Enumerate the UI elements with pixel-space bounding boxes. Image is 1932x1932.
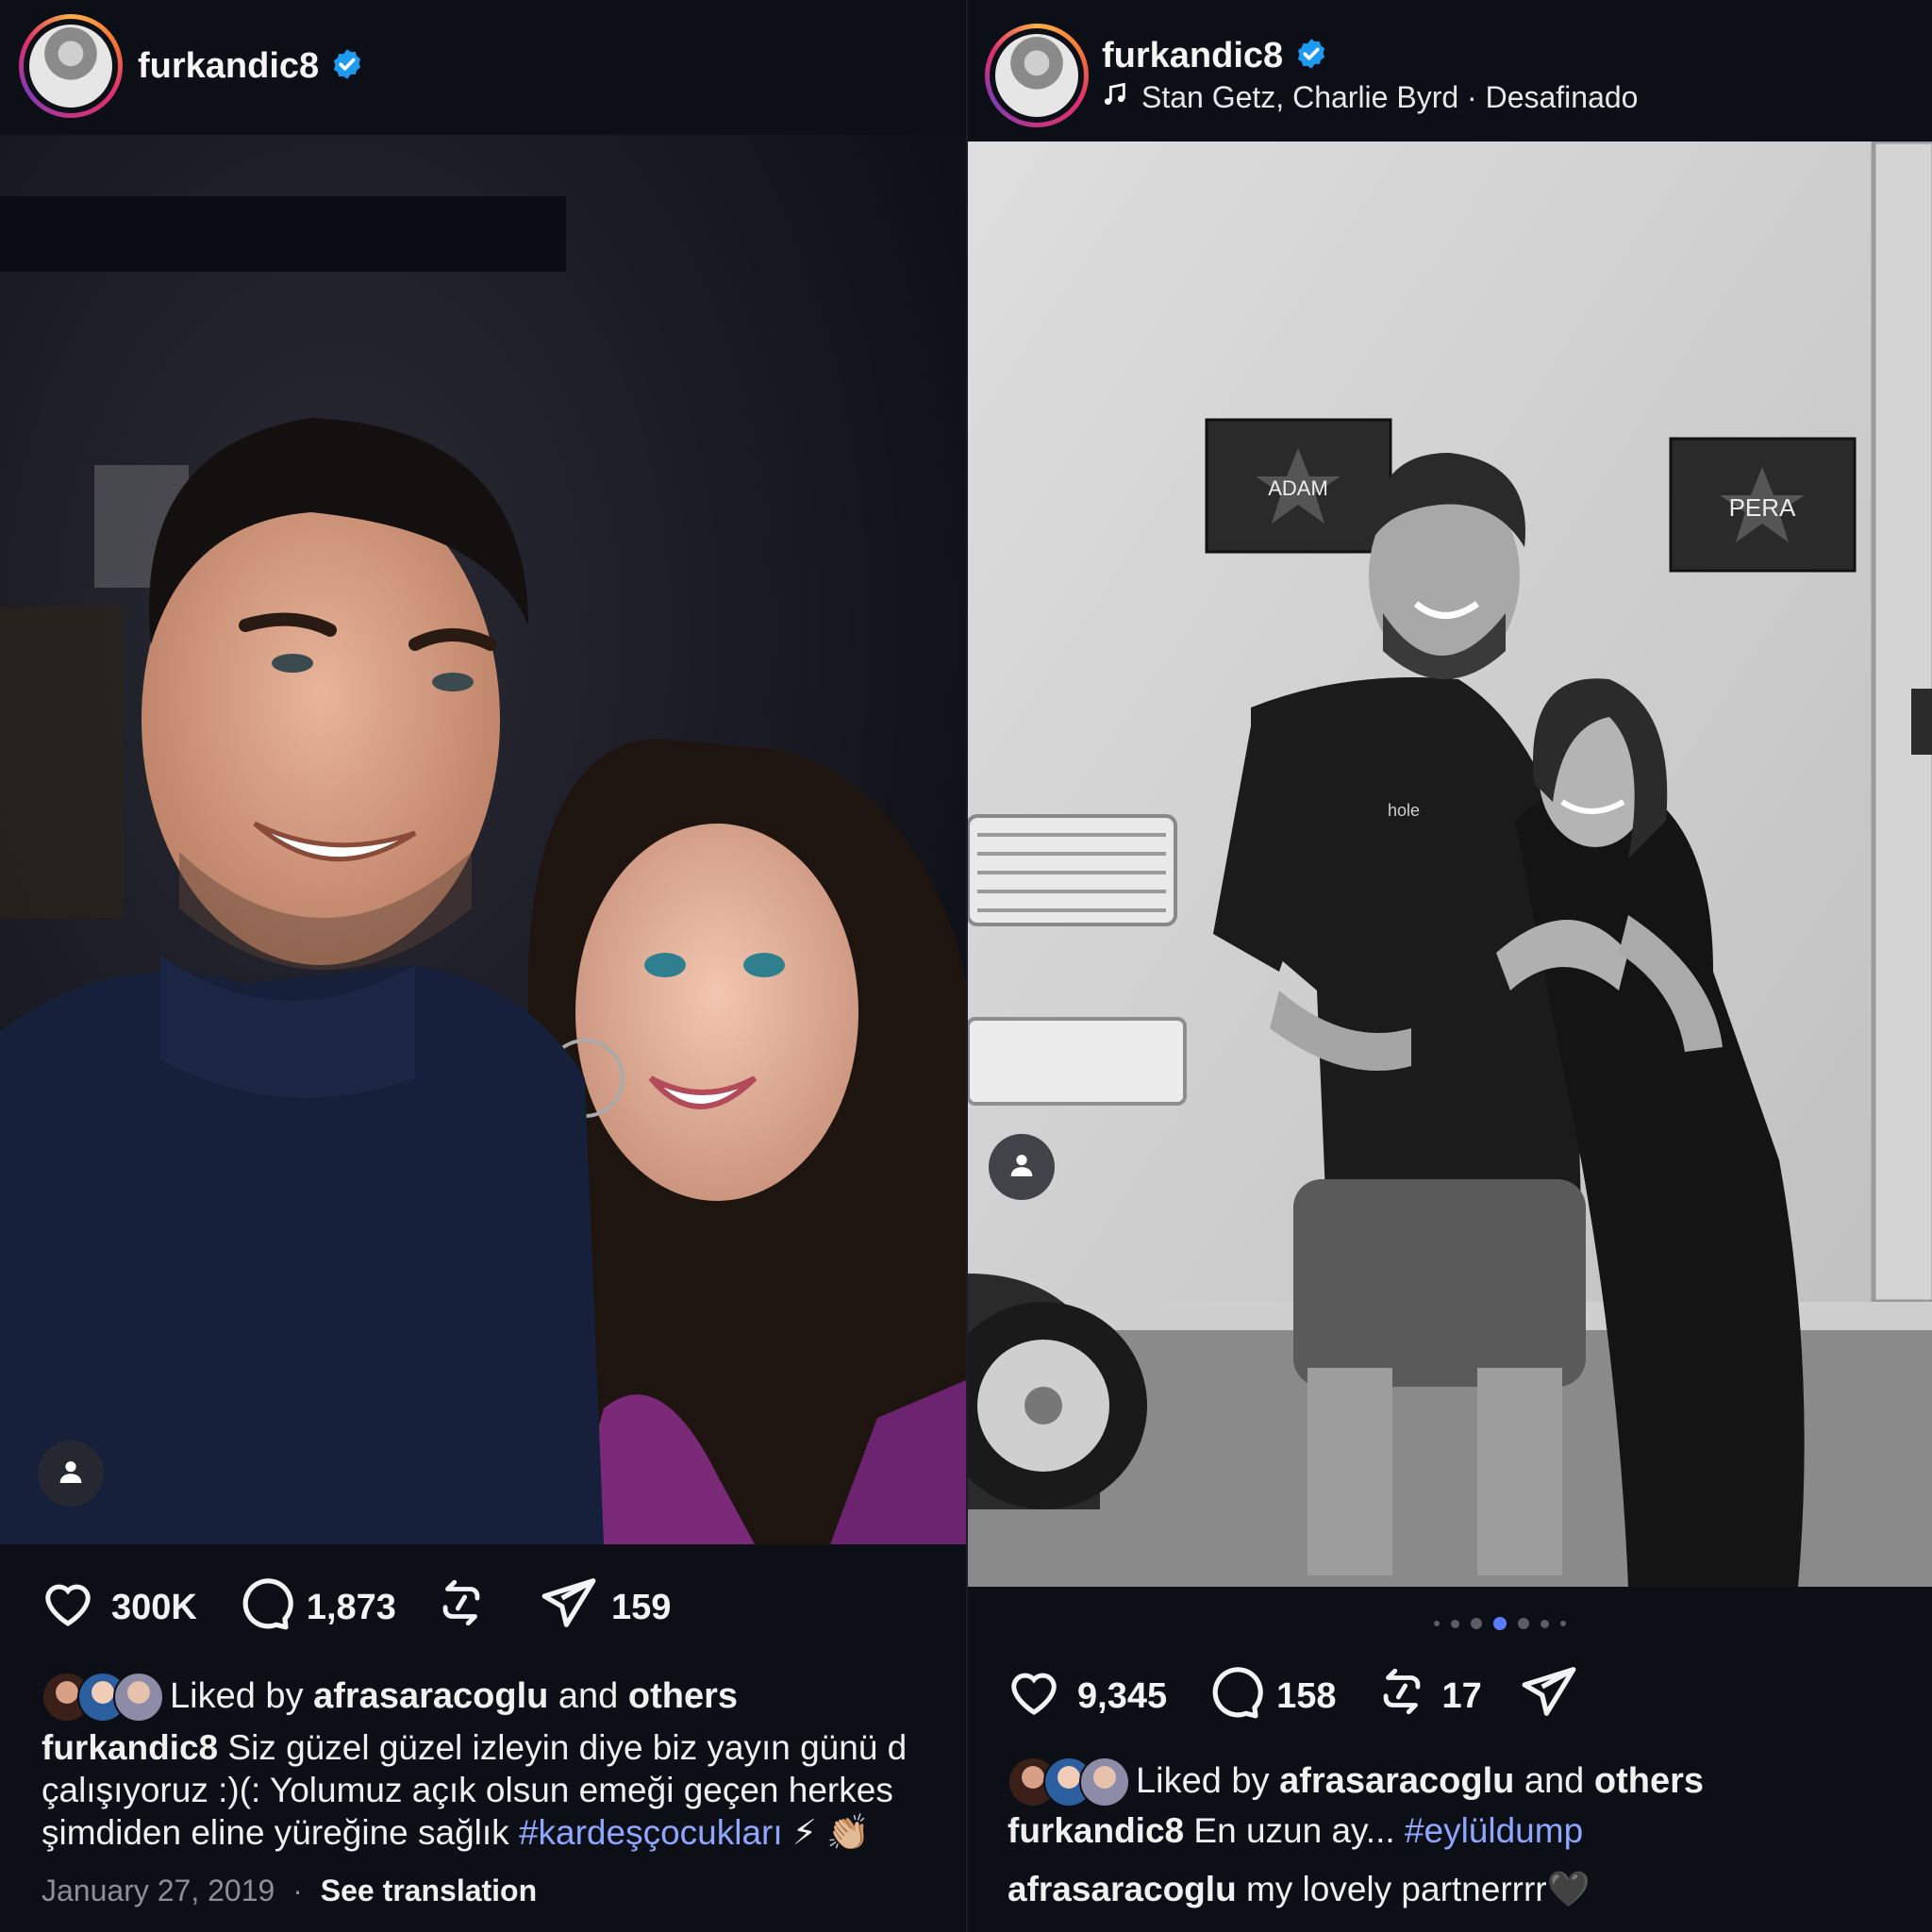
carousel-dot [1560, 1621, 1566, 1626]
comment-icon [1205, 1662, 1276, 1730]
verified-badge-icon [330, 47, 364, 86]
username[interactable]: furkandic8 [138, 46, 319, 87]
sign-left-label: ADAM [1268, 476, 1328, 500]
post-photo[interactable] [0, 135, 966, 1544]
comment-count: 158 [1276, 1675, 1337, 1716]
caption-emoji: ⚡ 👏🏼 [791, 1813, 871, 1852]
caption-username[interactable]: furkandic8 [42, 1728, 218, 1767]
comment-username[interactable]: afrasaracoglu [1008, 1870, 1237, 1908]
verified-badge-icon [1294, 37, 1328, 75]
left-post: furkandic8 300K 1,873 159 Liked by afras… [0, 0, 966, 1932]
heart-icon [1004, 1663, 1077, 1729]
like-count: 9,345 [1077, 1675, 1168, 1716]
liked-by-and: and [558, 1675, 619, 1716]
carousel-dot [1451, 1619, 1459, 1628]
post-meta: January 27, 2019 · See translation [42, 1874, 537, 1908]
user-tag-icon [1007, 1150, 1037, 1185]
carousel-dot [1471, 1618, 1482, 1629]
caption-line-3: şimdiden eline yüreğine sağlık [42, 1813, 509, 1852]
comment-preview: afrasaracoglu my lovely partnerrrr🖤 [1008, 1868, 1913, 1910]
like-button[interactable]: 9,345 [1004, 1663, 1167, 1729]
liked-by-others[interactable]: others [1594, 1761, 1704, 1802]
carousel-dot [1434, 1621, 1440, 1626]
comment-button[interactable]: 1,873 [235, 1574, 396, 1641]
liked-by-user[interactable]: afrasaracoglu [313, 1676, 548, 1717]
liked-by-prefix: Liked by [170, 1675, 304, 1716]
repost-icon [434, 1575, 502, 1640]
repost-icon [1374, 1664, 1442, 1728]
caption-hashtag[interactable]: #eylüldump [1405, 1811, 1583, 1850]
shirt-text: hole [1388, 801, 1420, 820]
liked-by-others[interactable]: others [628, 1676, 738, 1717]
avatar[interactable] [19, 14, 123, 118]
share-button[interactable] [1520, 1662, 1591, 1730]
post-header: furkandic8 Stan Getz, Charlie Byrd · Des… [985, 23, 1932, 128]
liked-by-user[interactable]: afrasaracoglu [1279, 1761, 1514, 1802]
liked-by-row: Liked by afrasaracoglu and others [1008, 1757, 1704, 1807]
caption: furkandic8 Siz güzel güzel izleyin diye … [42, 1726, 966, 1854]
comment-text: my lovely partnerrrr🖤 [1245, 1870, 1591, 1908]
user-tag-button[interactable] [38, 1441, 104, 1507]
carousel-dot [1518, 1618, 1529, 1629]
caption-line-2: çalışıyoruz :)(: Yolumuz açık olsun emeğ… [42, 1771, 893, 1809]
share-icon [540, 1574, 611, 1641]
right-post: furkandic8 Stan Getz, Charlie Byrd · Des… [966, 0, 1932, 1932]
username[interactable]: furkandic8 [1102, 36, 1283, 76]
liked-by-row: Liked by afrasaracoglu and others [42, 1672, 738, 1723]
carousel-dot-active [1493, 1617, 1507, 1630]
avatar[interactable] [985, 24, 1089, 127]
caption: furkandic8 En uzun ay... #eylüldump [1008, 1809, 1913, 1852]
liked-avatar [113, 1672, 164, 1723]
caption-text: En uzun ay... [1193, 1811, 1395, 1850]
music-info[interactable]: Stan Getz, Charlie Byrd · Desafinado [1102, 80, 1638, 116]
liked-by-and: and [1524, 1760, 1585, 1801]
sign-right-label: PERA [1729, 493, 1796, 522]
carousel-dot [1541, 1619, 1549, 1628]
heart-icon [38, 1574, 111, 1641]
avatar-image [995, 34, 1078, 117]
liked-avatars[interactable] [42, 1672, 164, 1723]
comment-icon [235, 1574, 307, 1641]
caption-line-1: Siz güzel güzel izleyin diye biz yayın g… [227, 1728, 908, 1767]
comment-button[interactable]: 158 [1205, 1662, 1337, 1730]
action-bar: 9,345 158 17 [1004, 1666, 1629, 1726]
meta-separator: · [292, 1874, 303, 1907]
user-tag-icon [56, 1457, 86, 1491]
see-translation-link[interactable]: See translation [321, 1874, 537, 1907]
share-button[interactable]: 159 [540, 1574, 671, 1641]
caption-hashtag[interactable]: #kardeşçocukları [519, 1813, 783, 1852]
post-date: January 27, 2019 [42, 1874, 275, 1907]
post-header: furkandic8 [19, 13, 966, 119]
share-icon [1520, 1662, 1591, 1730]
repost-button[interactable]: 17 [1374, 1664, 1482, 1728]
liked-avatars[interactable] [1008, 1757, 1130, 1807]
music-note-icon [1102, 80, 1141, 116]
action-bar: 300K 1,873 159 [38, 1577, 708, 1638]
caption-username[interactable]: furkandic8 [1008, 1811, 1184, 1850]
like-button[interactable]: 300K [38, 1574, 197, 1641]
liked-by-prefix: Liked by [1136, 1760, 1270, 1801]
liked-avatar [1079, 1757, 1130, 1807]
user-tag-button[interactable] [989, 1134, 1055, 1200]
repost-count: 17 [1441, 1675, 1482, 1716]
share-count: 159 [610, 1587, 672, 1627]
like-count: 300K [111, 1587, 197, 1627]
avatar-image [29, 25, 112, 108]
music-title: Stan Getz, Charlie Byrd · Desafinado [1141, 80, 1639, 114]
repost-button[interactable] [434, 1575, 502, 1640]
carousel-indicator [1428, 1617, 1572, 1630]
post-photo[interactable]: ADAM PERA hole [968, 142, 1932, 1587]
comment-count: 1,873 [306, 1587, 396, 1627]
